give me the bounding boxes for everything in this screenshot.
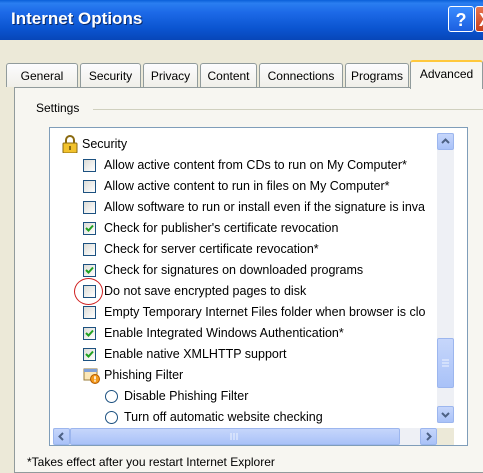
- checkbox[interactable]: [83, 180, 96, 193]
- checkbox-checked[interactable]: [83, 264, 96, 277]
- grip-icon: [230, 433, 238, 440]
- chevron-down-icon: [441, 412, 450, 418]
- category-label: Phishing Filter: [104, 368, 184, 382]
- restart-footnote: *Takes effect after you restart Internet…: [27, 455, 275, 469]
- scroll-thumb-horizontal[interactable]: [70, 428, 400, 445]
- tab-connections[interactable]: Connections: [259, 63, 343, 87]
- checkmark-icon: [85, 350, 94, 358]
- checkbox[interactable]: [83, 159, 96, 172]
- radio-label: Turn off automatic website checking: [124, 410, 323, 424]
- chevron-up-icon: [441, 138, 450, 144]
- radio-label: Disable Phishing Filter: [124, 389, 249, 403]
- phishing-shield-icon: [83, 366, 100, 384]
- window-title: Internet Options: [11, 9, 143, 28]
- title-bar[interactable]: Internet Options ? X: [0, 0, 483, 40]
- checkmark-icon: [85, 266, 94, 274]
- checkbox-checked[interactable]: [83, 348, 96, 361]
- scroll-right-button[interactable]: [420, 428, 437, 445]
- tab-advanced[interactable]: Advanced: [410, 60, 483, 89]
- checkbox-label: Allow active content to run in files on …: [104, 179, 390, 193]
- lock-icon: [62, 135, 78, 154]
- scroll-left-button[interactable]: [53, 428, 70, 445]
- chevron-left-icon: [58, 432, 64, 441]
- horizontal-scrollbar[interactable]: [53, 428, 437, 445]
- checkbox-label: Empty Temporary Internet Files folder wh…: [104, 305, 426, 319]
- scroll-thumb[interactable]: [437, 338, 454, 388]
- tab-general[interactable]: General: [6, 63, 78, 87]
- checkmark-icon: [85, 329, 94, 337]
- settings-list[interactable]: Security Allow active content from CDs t…: [49, 127, 468, 446]
- help-button[interactable]: ?: [448, 6, 474, 32]
- checkbox-label: Enable Integrated Windows Authentication…: [104, 326, 344, 340]
- tab-strip: General Security Privacy Content Connect…: [0, 60, 483, 89]
- checkbox-label: Enable native XMLHTTP support: [104, 347, 287, 361]
- checkbox-label: Check for publisher's certificate revoca…: [104, 221, 339, 235]
- checkbox-checked[interactable]: [83, 327, 96, 340]
- close-button[interactable]: X: [475, 6, 483, 32]
- category-label: Security: [82, 137, 128, 151]
- scroll-up-button[interactable]: [437, 133, 454, 150]
- checkbox[interactable]: [83, 306, 96, 319]
- tab-privacy[interactable]: Privacy: [143, 63, 198, 87]
- checkbox[interactable]: [83, 243, 96, 256]
- group-divider: [93, 109, 483, 110]
- checkbox[interactable]: [83, 201, 96, 214]
- checkbox-label: Do not save encrypted pages to disk: [104, 284, 307, 298]
- highlight-circle-annotation: [74, 278, 103, 305]
- scroll-down-button[interactable]: [437, 406, 454, 423]
- scrollbar-corner: [437, 428, 454, 445]
- checkbox-label: Check for server certificate revocation*: [104, 242, 319, 256]
- chevron-right-icon: [426, 432, 432, 441]
- checkbox-checked[interactable]: [83, 222, 96, 235]
- radio-button[interactable]: [105, 390, 118, 403]
- grip-icon: [442, 359, 449, 367]
- internet-options-window: Internet Options ? X General Security Pr…: [0, 0, 483, 473]
- radio-button[interactable]: [105, 411, 118, 424]
- checkbox-label: Check for signatures on downloaded progr…: [104, 263, 364, 277]
- settings-group-label: Settings: [36, 101, 84, 115]
- checkbox-label: Allow software to run or install even if…: [104, 200, 425, 214]
- tab-content[interactable]: Content: [200, 63, 257, 87]
- checkmark-icon: [85, 224, 94, 232]
- tab-programs[interactable]: Programs: [345, 63, 409, 87]
- vertical-scrollbar[interactable]: [437, 133, 454, 423]
- tab-security[interactable]: Security: [80, 63, 141, 87]
- checkbox-label: Allow active content from CDs to run on …: [104, 158, 407, 172]
